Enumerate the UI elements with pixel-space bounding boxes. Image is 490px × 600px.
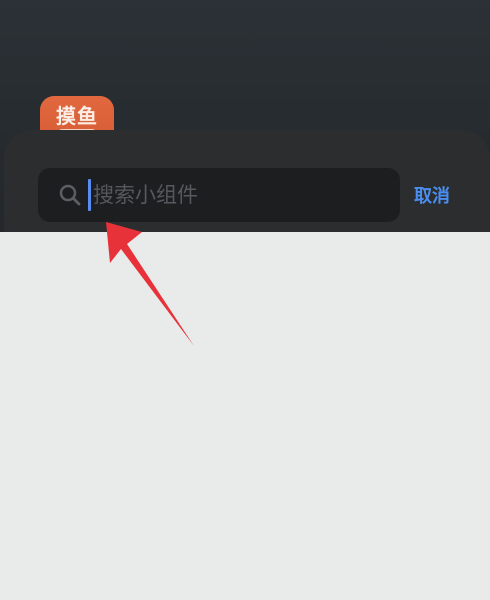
cancel-button[interactable]: 取消: [414, 182, 450, 208]
search-input[interactable]: [93, 183, 393, 207]
content-area: [0, 232, 490, 600]
app-icon-label: 摸鱼: [56, 104, 98, 128]
search-icon: [59, 184, 81, 206]
search-field[interactable]: [38, 168, 400, 222]
text-caret: [88, 179, 91, 211]
